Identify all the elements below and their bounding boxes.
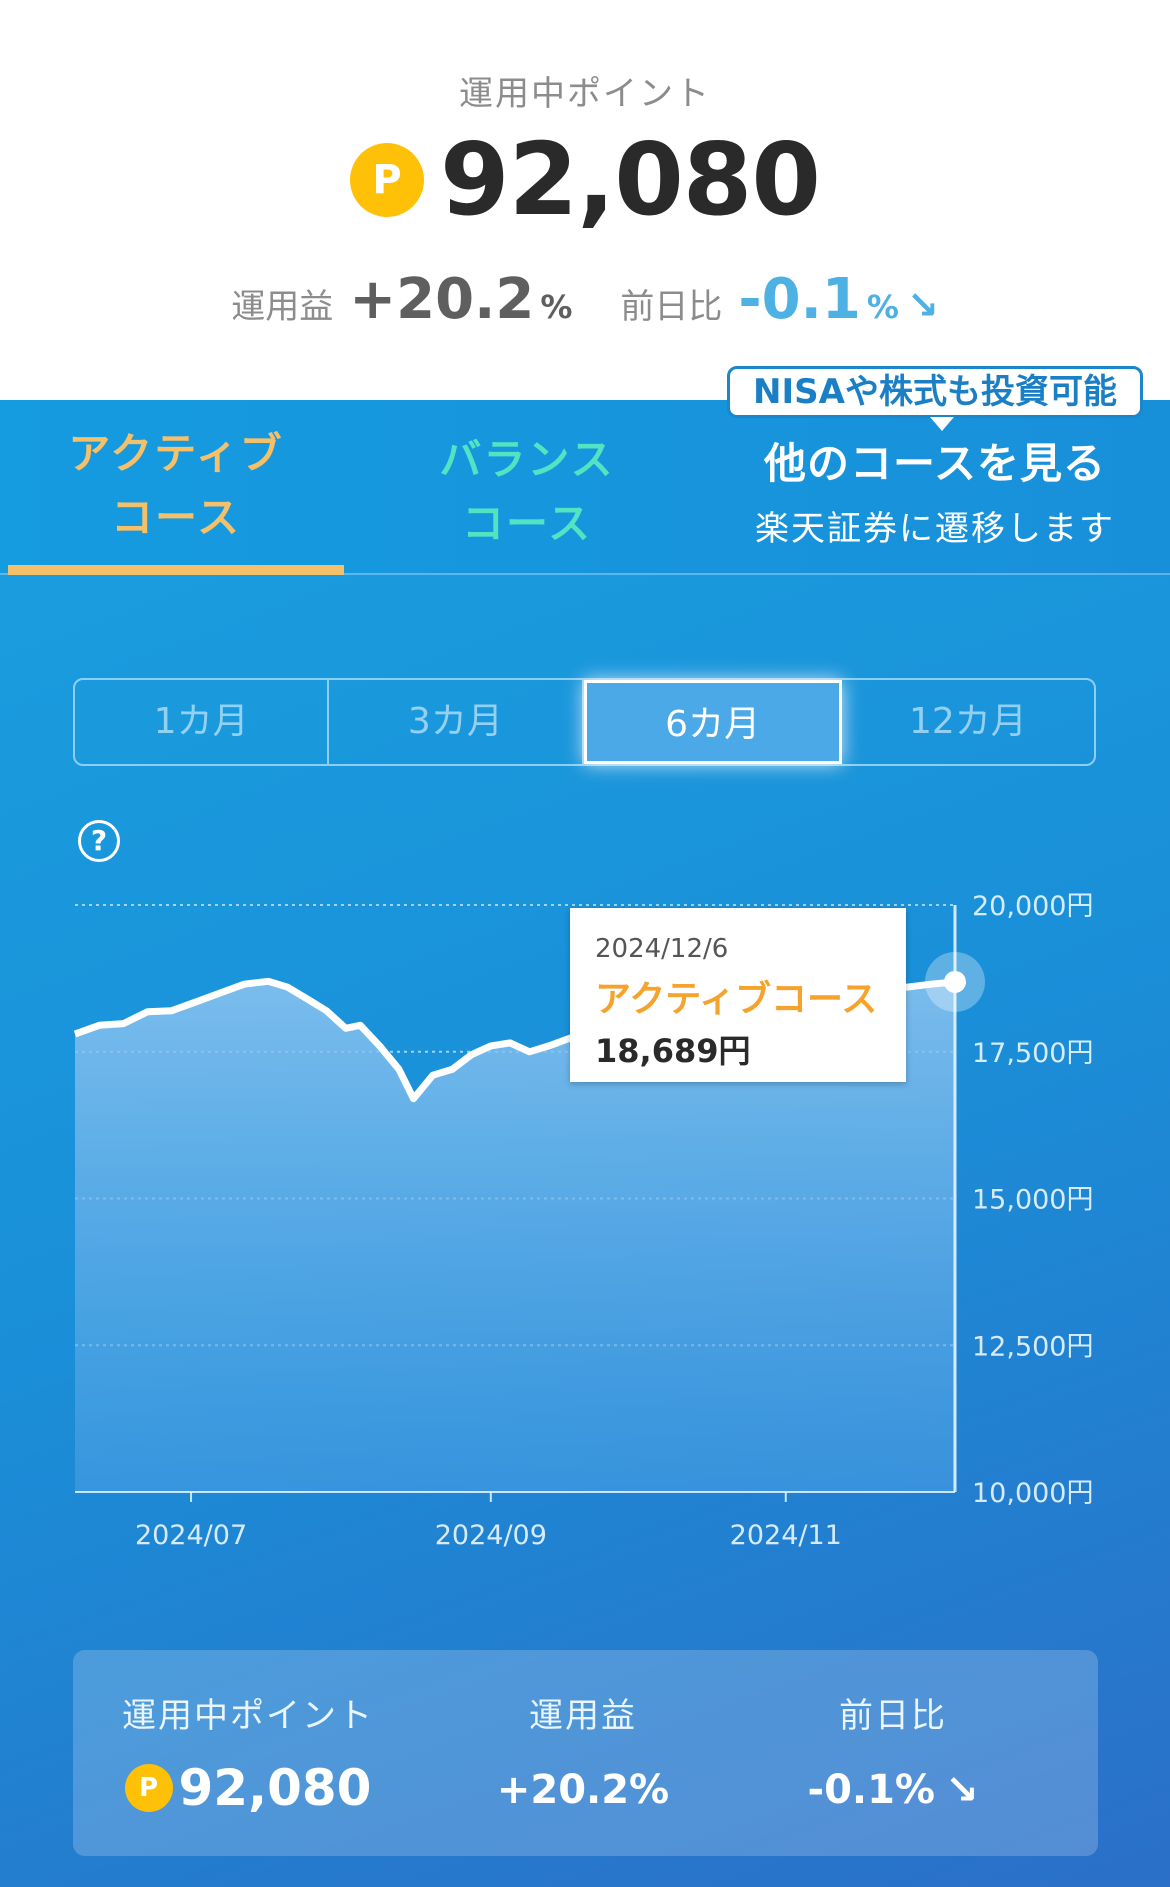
points-label: 運用中ポイント [459, 74, 711, 114]
header: 運用中ポイント P 92,080 運用益 +20.2 % 前日比 -0.1 % … [0, 0, 1170, 400]
tooltip-value: 18,689円 [595, 1032, 751, 1070]
daychange-value: -0.1 [738, 267, 861, 332]
summary-daychange-label: 前日比 [839, 1696, 947, 1736]
summary-points-label: 運用中ポイント [122, 1696, 374, 1736]
summary-daychange: 前日比 -0.1% ↘ [763, 1688, 1023, 1813]
course-panel: アクティブ コース バランス コース 他のコースを見る 楽天証券に遷移します N… [0, 366, 1170, 1887]
summary-card: 運用中ポイント P 92,080 運用益 +20.2% 前日比 -0.1% ↘ [73, 1650, 1098, 1856]
summary-profit-label: 運用益 [529, 1696, 637, 1736]
points-display: P 92,080 [0, 130, 1170, 230]
tooltip-course-name: アクティブコース [595, 979, 878, 1020]
summary-profit-value: +20.2% [496, 1767, 670, 1813]
chart-tooltip: 2024/12/6 アクティブコース 18,689円 [570, 908, 906, 1082]
y-tick-label: 17,500円 [972, 1038, 1093, 1069]
highlight-point[interactable] [944, 970, 966, 993]
profit-label: 運用益 [231, 287, 334, 327]
summary-daychange-row: -0.1% ↘ [763, 1767, 1023, 1813]
header-stats: 運用益 +20.2 % 前日比 -0.1 % ↘ [0, 272, 1170, 328]
arrow-down-right-icon: ↘ [906, 283, 939, 327]
point-coin-icon: P [350, 143, 425, 217]
summary-profit: 運用益 +20.2% [453, 1688, 713, 1813]
x-tick-label: 2024/07 [135, 1520, 247, 1551]
point-coin-icon: P [124, 1764, 173, 1812]
tooltip-date: 2024/12/6 [595, 934, 729, 964]
y-tick-label: 12,500円 [972, 1331, 1093, 1362]
summary-daychange-value: -0.1% [807, 1767, 936, 1813]
y-tick-label: 15,000円 [972, 1185, 1093, 1216]
arrow-down-right-icon: ↘ [945, 1767, 979, 1813]
profit-unit: % [540, 288, 573, 326]
x-tick-label: 2024/09 [435, 1520, 547, 1551]
daychange-label: 前日比 [620, 287, 723, 327]
points-value: 92,080 [440, 121, 821, 238]
x-tick-label: 2024/11 [730, 1520, 842, 1551]
profit-value: +20.2 [349, 267, 535, 332]
summary-points: 運用中ポイント P 92,080 [113, 1688, 383, 1817]
y-tick-label: 10,000円 [972, 1478, 1093, 1509]
y-tick-label: 20,000円 [972, 891, 1093, 922]
summary-points-value: 92,080 [178, 1759, 372, 1817]
summary-points-row: P 92,080 [113, 1759, 383, 1817]
daychange-unit: % [866, 288, 899, 326]
